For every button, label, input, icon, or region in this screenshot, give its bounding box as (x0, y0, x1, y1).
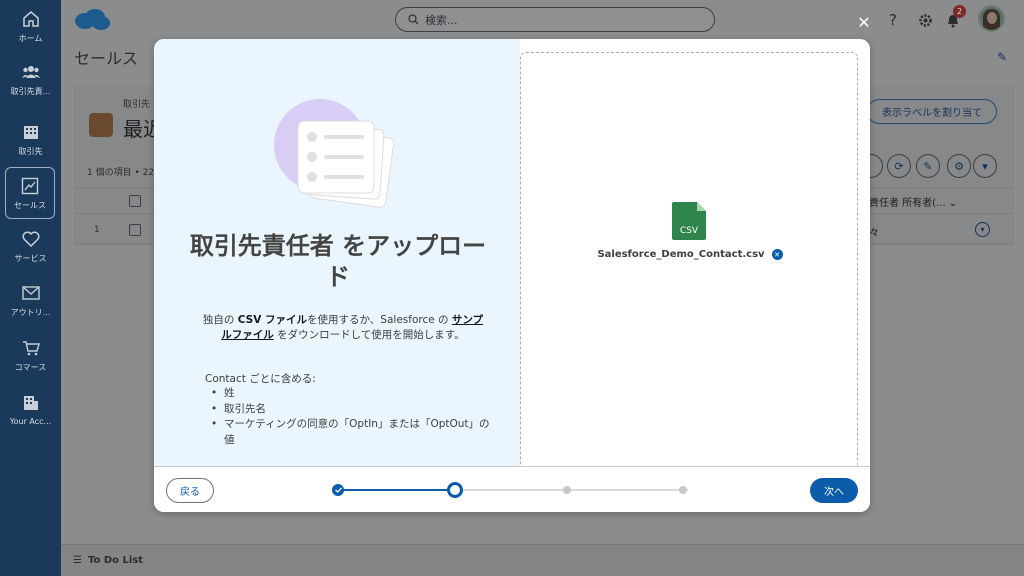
cart-icon (21, 338, 41, 358)
contact-object-icon (89, 113, 113, 137)
progress-indicator (332, 479, 694, 501)
nav-item-label: Your Acc... (9, 416, 52, 426)
edit-list-icon[interactable]: ✎ (916, 154, 940, 178)
nav-item-label: 取引先責... (10, 86, 51, 96)
contact-requirements-heading: Contact ごとに含める: (205, 373, 316, 385)
row-cell-owner: 々 (869, 228, 879, 239)
nav-item-label: コマース (14, 362, 47, 372)
requirements-list: 姓 取引先名 マーケティングの同意の「OptIn」または「OptOut」の値 (211, 386, 491, 448)
back-button[interactable]: 戻る (166, 478, 214, 503)
modal-footer: 戻る 次へ (154, 466, 870, 512)
uploaded-file: Salesforce_Demo_Contact.csv ✕ (521, 249, 859, 260)
edit-nav-pencil-icon[interactable]: ✎ (997, 50, 1011, 64)
progress-fill (338, 489, 454, 491)
utility-bar: ☰ To Do List (61, 544, 1024, 576)
list-icon: ☰ (73, 555, 82, 566)
notification-badge: 2 (953, 5, 966, 18)
file-dropzone[interactable]: CSV Salesforce_Demo_Contact.csv ✕ (520, 52, 858, 482)
object-breadcrumb: 取引先 (123, 100, 151, 110)
file-name: Salesforce_Demo_Contact.csv (597, 249, 765, 260)
search-placeholder: 検索... (425, 13, 458, 27)
list-item: マーケティングの同意の「OptIn」または「OptOut」の値 (211, 417, 491, 448)
progress-step-current[interactable] (447, 482, 463, 498)
progress-step-upcoming[interactable] (563, 486, 571, 494)
user-avatar[interactable] (978, 5, 1005, 32)
global-nav: ホーム 取引先責... 取引先 セールス サービス アウトリ... コマース Y… (0, 0, 61, 576)
home-icon (21, 9, 41, 29)
column-header-owner[interactable]: 責任者 所有者(... ⌄ (869, 194, 957, 209)
nav-item-sales[interactable]: セールス (5, 167, 55, 219)
item-count: 1 個の項目 • 22 (87, 168, 155, 178)
upload-description: 独自の CSV ファイルを使用するか、Salesforce の サンプルファイル… (202, 314, 484, 341)
nav-item-service[interactable]: サービス (0, 220, 61, 272)
global-header: 検索... ? 2 (61, 0, 1024, 40)
building-icon (21, 122, 41, 142)
app-name: セールス (74, 49, 139, 68)
filter-icon[interactable]: ▾ (973, 154, 997, 178)
todo-list-utility[interactable]: ☰ To Do List (73, 555, 143, 566)
csv-file-icon: CSV (672, 202, 706, 240)
csv-file-label: CSV (680, 226, 699, 236)
assign-label-button[interactable]: 表示ラベルを割り当て (867, 99, 997, 124)
close-icon[interactable]: ✕ (855, 13, 873, 32)
document-stack-icon (274, 99, 394, 208)
heart-icon (21, 229, 41, 249)
search-icon (408, 14, 419, 25)
list-item: 取引先名 (211, 402, 491, 418)
nav-item-your-account[interactable]: Your Acc... (0, 383, 61, 435)
remove-file-icon[interactable]: ✕ (771, 249, 783, 260)
account-building-icon (21, 393, 41, 413)
mail-icon (21, 283, 41, 303)
upload-title: 取引先責任者 をアップロード (189, 232, 487, 291)
nav-item-label: ホーム (18, 33, 43, 43)
check-icon (334, 487, 342, 493)
nav-item-label: アウトリ... (10, 307, 51, 317)
row-actions-chevron-icon[interactable]: ▾ (975, 222, 990, 237)
nav-item-outreach[interactable]: アウトリ... (0, 274, 61, 326)
upload-instructions-panel: 取引先責任者 をアップロード 独自の CSV ファイルを使用するか、Salesf… (154, 39, 520, 466)
nav-item-contacts[interactable]: 取引先責... (0, 53, 61, 105)
row-number: 1 (94, 225, 100, 235)
nav-item-accounts[interactable]: 取引先 (0, 113, 61, 165)
settings-list-icon[interactable]: ⚙ (947, 154, 971, 178)
csv-file-text: CSV ファイル (237, 314, 308, 326)
select-all-checkbox[interactable] (129, 195, 141, 207)
nav-item-label: サービス (14, 253, 47, 263)
sales-chart-icon (20, 176, 40, 196)
gear-icon[interactable] (915, 10, 935, 30)
refresh-icon[interactable]: ⟳ (887, 154, 911, 178)
progress-step-completed[interactable] (332, 484, 344, 496)
nav-item-commerce[interactable]: コマース (0, 329, 61, 381)
row-checkbox[interactable] (129, 224, 141, 236)
progress-step-upcoming[interactable] (679, 486, 687, 494)
nav-item-label: セールス (14, 200, 46, 210)
nav-item-home[interactable]: ホーム (0, 0, 61, 52)
global-search-input[interactable]: 検索... (395, 7, 715, 32)
help-icon[interactable]: ? (883, 10, 903, 30)
salesforce-logo-icon (75, 9, 110, 30)
contacts-icon (21, 62, 41, 82)
todo-label: To Do List (87, 555, 143, 566)
upload-modal: 取引先責任者 をアップロード 独自の CSV ファイルを使用するか、Salesf… (154, 39, 870, 512)
list-item: 姓 (211, 386, 491, 402)
nav-item-label: 取引先 (18, 146, 43, 156)
next-button[interactable]: 次へ (810, 478, 858, 503)
